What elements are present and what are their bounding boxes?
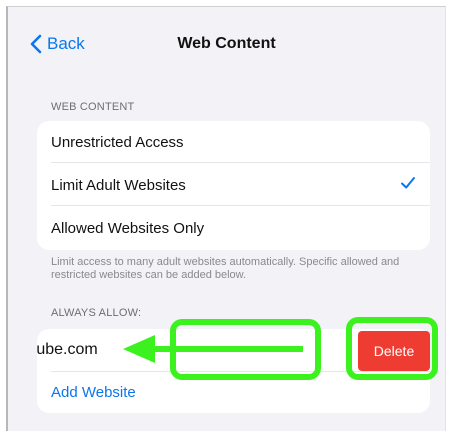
- option-limit-adult-websites[interactable]: Limit Adult Websites: [37, 164, 430, 206]
- web-content-options: Unrestricted Access Limit Adult Websites…: [37, 121, 430, 250]
- web-content-screen: Back Web Content WEB CONTENT Unrestricte…: [6, 6, 446, 431]
- add-website-label: Add Website: [51, 383, 136, 401]
- option-label: Unrestricted Access: [51, 133, 184, 151]
- page-title: Web Content: [177, 35, 276, 52]
- option-label: Limit Adult Websites: [51, 176, 186, 194]
- always-allow-section-header: ALWAYS ALLOW:: [51, 307, 142, 319]
- checkmark-icon: [401, 177, 415, 189]
- website-label: utube.com: [37, 341, 98, 358]
- add-website-button[interactable]: Add Website: [37, 371, 430, 413]
- option-unrestricted-access[interactable]: Unrestricted Access: [37, 121, 430, 163]
- web-content-section-header: WEB CONTENT: [51, 101, 135, 113]
- option-label: Allowed Websites Only: [51, 219, 205, 237]
- delete-button[interactable]: Delete: [358, 331, 430, 371]
- navigation-bar: Back Web Content: [8, 7, 445, 79]
- web-content-footer-note: Limit access to many adult websites auto…: [51, 256, 400, 281]
- option-allowed-websites-only[interactable]: Allowed Websites Only: [37, 207, 430, 249]
